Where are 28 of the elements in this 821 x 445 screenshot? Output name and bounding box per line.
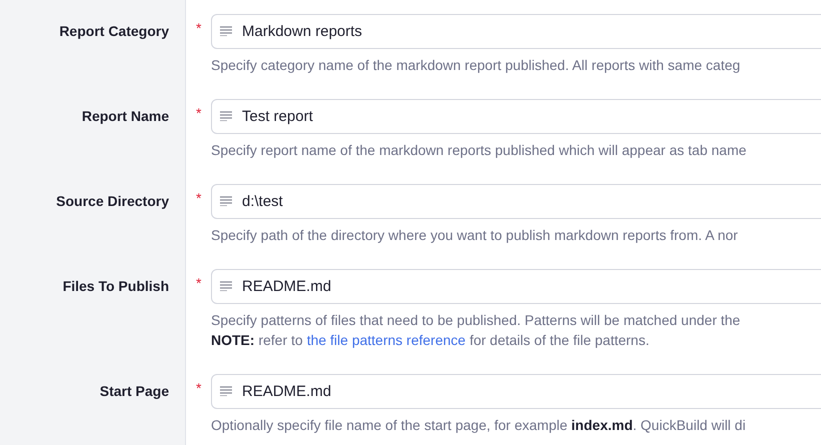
text-lines-icon bbox=[220, 386, 232, 396]
required-icon: * bbox=[196, 380, 211, 396]
text-field[interactable]: d:\test bbox=[211, 184, 821, 219]
required-icon: * bbox=[196, 20, 211, 36]
help-text: Specify patterns of files that need to be published. Patterns will be matched under the bbox=[211, 311, 740, 330]
field-label: Report Category bbox=[59, 22, 169, 41]
text-field[interactable]: README.md bbox=[211, 374, 821, 409]
text-lines-icon bbox=[220, 281, 232, 291]
help-text: Optionally specify file name of the start page, for example index.md. QuickBuild will di bbox=[211, 416, 746, 435]
required-icon: * bbox=[196, 275, 211, 291]
help-text: for details of the file patterns. bbox=[470, 331, 650, 350]
required-icon: * bbox=[196, 190, 211, 206]
help-text: Specify report name of the markdown reports published which will appear as tab name bbox=[211, 141, 746, 160]
reference-link[interactable]: the file patterns reference bbox=[306, 330, 466, 350]
help-text: Specify category name of the markdown report published. All reports with same categ bbox=[211, 56, 740, 75]
field-label: Source Directory bbox=[56, 192, 169, 211]
text-lines-icon bbox=[220, 111, 232, 121]
help-text: Specify path of the directory where you want to publish markdown reports from. A nor bbox=[211, 226, 738, 245]
text-field[interactable]: README.md bbox=[211, 269, 821, 304]
help-text: NOTE: refer to bbox=[211, 331, 303, 350]
text-lines-icon bbox=[220, 26, 232, 36]
field-label: Start Page bbox=[100, 382, 169, 401]
required-icon: * bbox=[196, 105, 211, 121]
text-lines-icon bbox=[220, 196, 232, 206]
field-label: Files To Publish bbox=[62, 277, 169, 296]
field-label: Report Name bbox=[82, 107, 169, 126]
text-field[interactable]: Test report bbox=[211, 99, 821, 134]
text-field[interactable]: Markdown reports bbox=[211, 14, 821, 49]
